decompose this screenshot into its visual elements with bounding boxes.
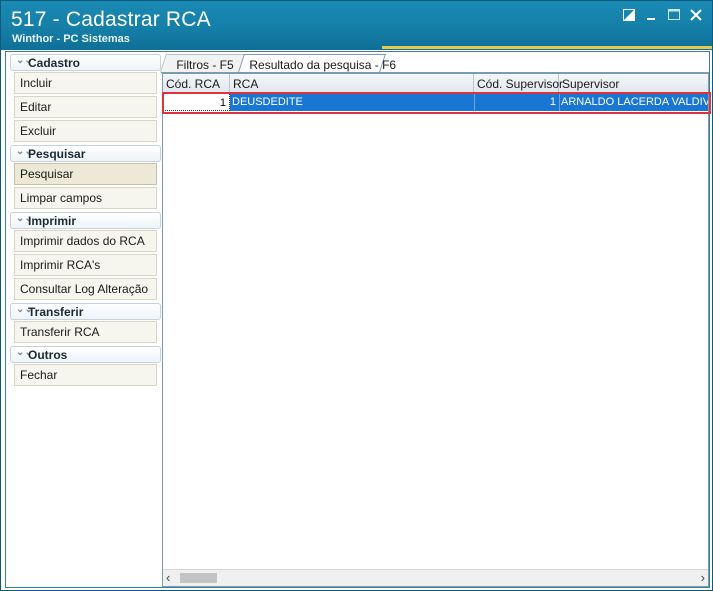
group-header-transferir[interactable]: ⌄⌄ Transferir	[10, 303, 161, 320]
column-header-rca[interactable]: RCA	[230, 74, 474, 92]
sidebar-item-label: Pesquisar	[20, 167, 74, 181]
grid-header: Cód. RCA RCA Cód. Supervisor Supervisor	[163, 74, 708, 93]
sidebar-item-imprimir-dados[interactable]: Imprimir dados do RCA	[14, 230, 157, 252]
group-label: Cadastro	[28, 56, 81, 70]
group-label: Pesquisar	[28, 147, 86, 161]
sidebar-item-pesquisar[interactable]: Pesquisar	[14, 163, 157, 185]
title-bar: 517 - Cadastrar RCA Winthor - PC Sistema…	[1, 1, 712, 50]
sidebar: ⌄⌄ Cadastro Incluir Editar Excluir ⌄⌄ Pe…	[6, 52, 161, 587]
minimize-icon[interactable]	[642, 7, 660, 25]
cell-value: 1	[549, 96, 556, 108]
sidebar-item-consultar-log[interactable]: Consultar Log Alteração	[14, 278, 157, 300]
group-header-cadastro[interactable]: ⌄⌄ Cadastro	[10, 54, 161, 71]
horizontal-scrollbar[interactable]: ‹ ›	[163, 569, 708, 586]
restore-icon[interactable]	[620, 7, 638, 25]
column-header-label: Cód. RCA	[166, 77, 221, 91]
close-icon[interactable]	[687, 7, 705, 25]
scroll-right-icon[interactable]: ›	[701, 570, 705, 585]
group-label: Transferir	[28, 305, 84, 319]
column-header-label: Supervisor	[562, 77, 620, 91]
column-header-supervisor[interactable]: Supervisor	[559, 74, 708, 92]
title-accent-line	[382, 46, 712, 49]
cell-cod-rca[interactable]: 1	[163, 93, 230, 111]
sidebar-item-label: Editar	[20, 100, 52, 114]
sidebar-item-label: Imprimir RCA's	[20, 258, 101, 272]
results-grid[interactable]: Cód. RCA RCA Cód. Supervisor Supervisor …	[162, 73, 711, 587]
maximize-icon[interactable]	[665, 7, 683, 25]
sidebar-item-imprimir-rcas[interactable]: Imprimir RCA's	[14, 254, 157, 276]
sidebar-item-label: Consultar Log Alteração	[20, 282, 149, 296]
column-header-cod-rca[interactable]: Cód. RCA	[163, 74, 230, 92]
cell-rca[interactable]: DEUSDEDITE	[230, 93, 475, 111]
sidebar-item-editar[interactable]: Editar	[14, 96, 157, 118]
main-content: Filtros - F5 Resultado da pesquisa - F6 …	[160, 52, 711, 587]
sidebar-item-label: Fechar	[20, 368, 58, 382]
group-header-pesquisar[interactable]: ⌄⌄ Pesquisar	[10, 145, 161, 162]
window-title: 517 - Cadastrar RCA	[11, 8, 211, 31]
sidebar-item-fechar[interactable]: Fechar	[14, 364, 157, 386]
group-label: Outros	[28, 348, 68, 362]
sidebar-item-incluir[interactable]: Incluir	[14, 72, 157, 94]
sidebar-item-label: Imprimir dados do RCA	[20, 234, 145, 248]
sidebar-item-label: Incluir	[20, 76, 53, 90]
sidebar-item-transferir-rca[interactable]: Transferir RCA	[14, 321, 157, 343]
group-header-imprimir[interactable]: ⌄⌄ Imprimir	[10, 212, 161, 229]
scroll-left-icon[interactable]: ‹	[166, 570, 170, 585]
column-header-label: RCA	[233, 77, 259, 91]
body-area: ⌄⌄ Cadastro Incluir Editar Excluir ⌄⌄ Pe…	[5, 51, 711, 588]
cell-value: 1	[219, 97, 226, 109]
tab-resultado-pesquisa[interactable]: Resultado da pesquisa - F6	[238, 54, 396, 72]
sidebar-item-excluir[interactable]: Excluir	[14, 120, 157, 142]
scrollbar-thumb[interactable]	[180, 573, 217, 583]
group-header-outros[interactable]: ⌄⌄ Outros	[10, 346, 161, 363]
cell-value: ARNALDO LACERDA VALDIVINO	[561, 96, 708, 108]
sidebar-item-label: Limpar campos	[20, 191, 103, 205]
sidebar-item-limpar-campos[interactable]: Limpar campos	[14, 187, 157, 209]
tab-label: Resultado da pesquisa - F6	[249, 58, 397, 72]
column-header-cod-supervisor[interactable]: Cód. Supervisor	[474, 74, 563, 92]
group-label: Imprimir	[28, 214, 77, 228]
sidebar-item-label: Transferir RCA	[20, 325, 100, 339]
table-row[interactable]: 1 DEUSDEDITE 1 ARNALDO LACERDA VALDIVINO	[163, 93, 708, 111]
app-window: 517 - Cadastrar RCA Winthor - PC Sistema…	[0, 0, 713, 591]
tab-label: Filtros - F5	[176, 58, 234, 72]
window-subtitle: Winthor - PC Sistemas	[12, 33, 130, 45]
tab-filtros[interactable]: Filtros - F5	[160, 54, 248, 72]
sidebar-item-label: Excluir	[20, 124, 57, 138]
cell-supervisor[interactable]: ARNALDO LACERDA VALDIVINO	[559, 93, 708, 111]
column-header-label: Cód. Supervisor	[477, 77, 564, 91]
cell-cod-supervisor[interactable]: 1	[474, 93, 560, 111]
cell-value: DEUSDEDITE	[232, 96, 303, 108]
